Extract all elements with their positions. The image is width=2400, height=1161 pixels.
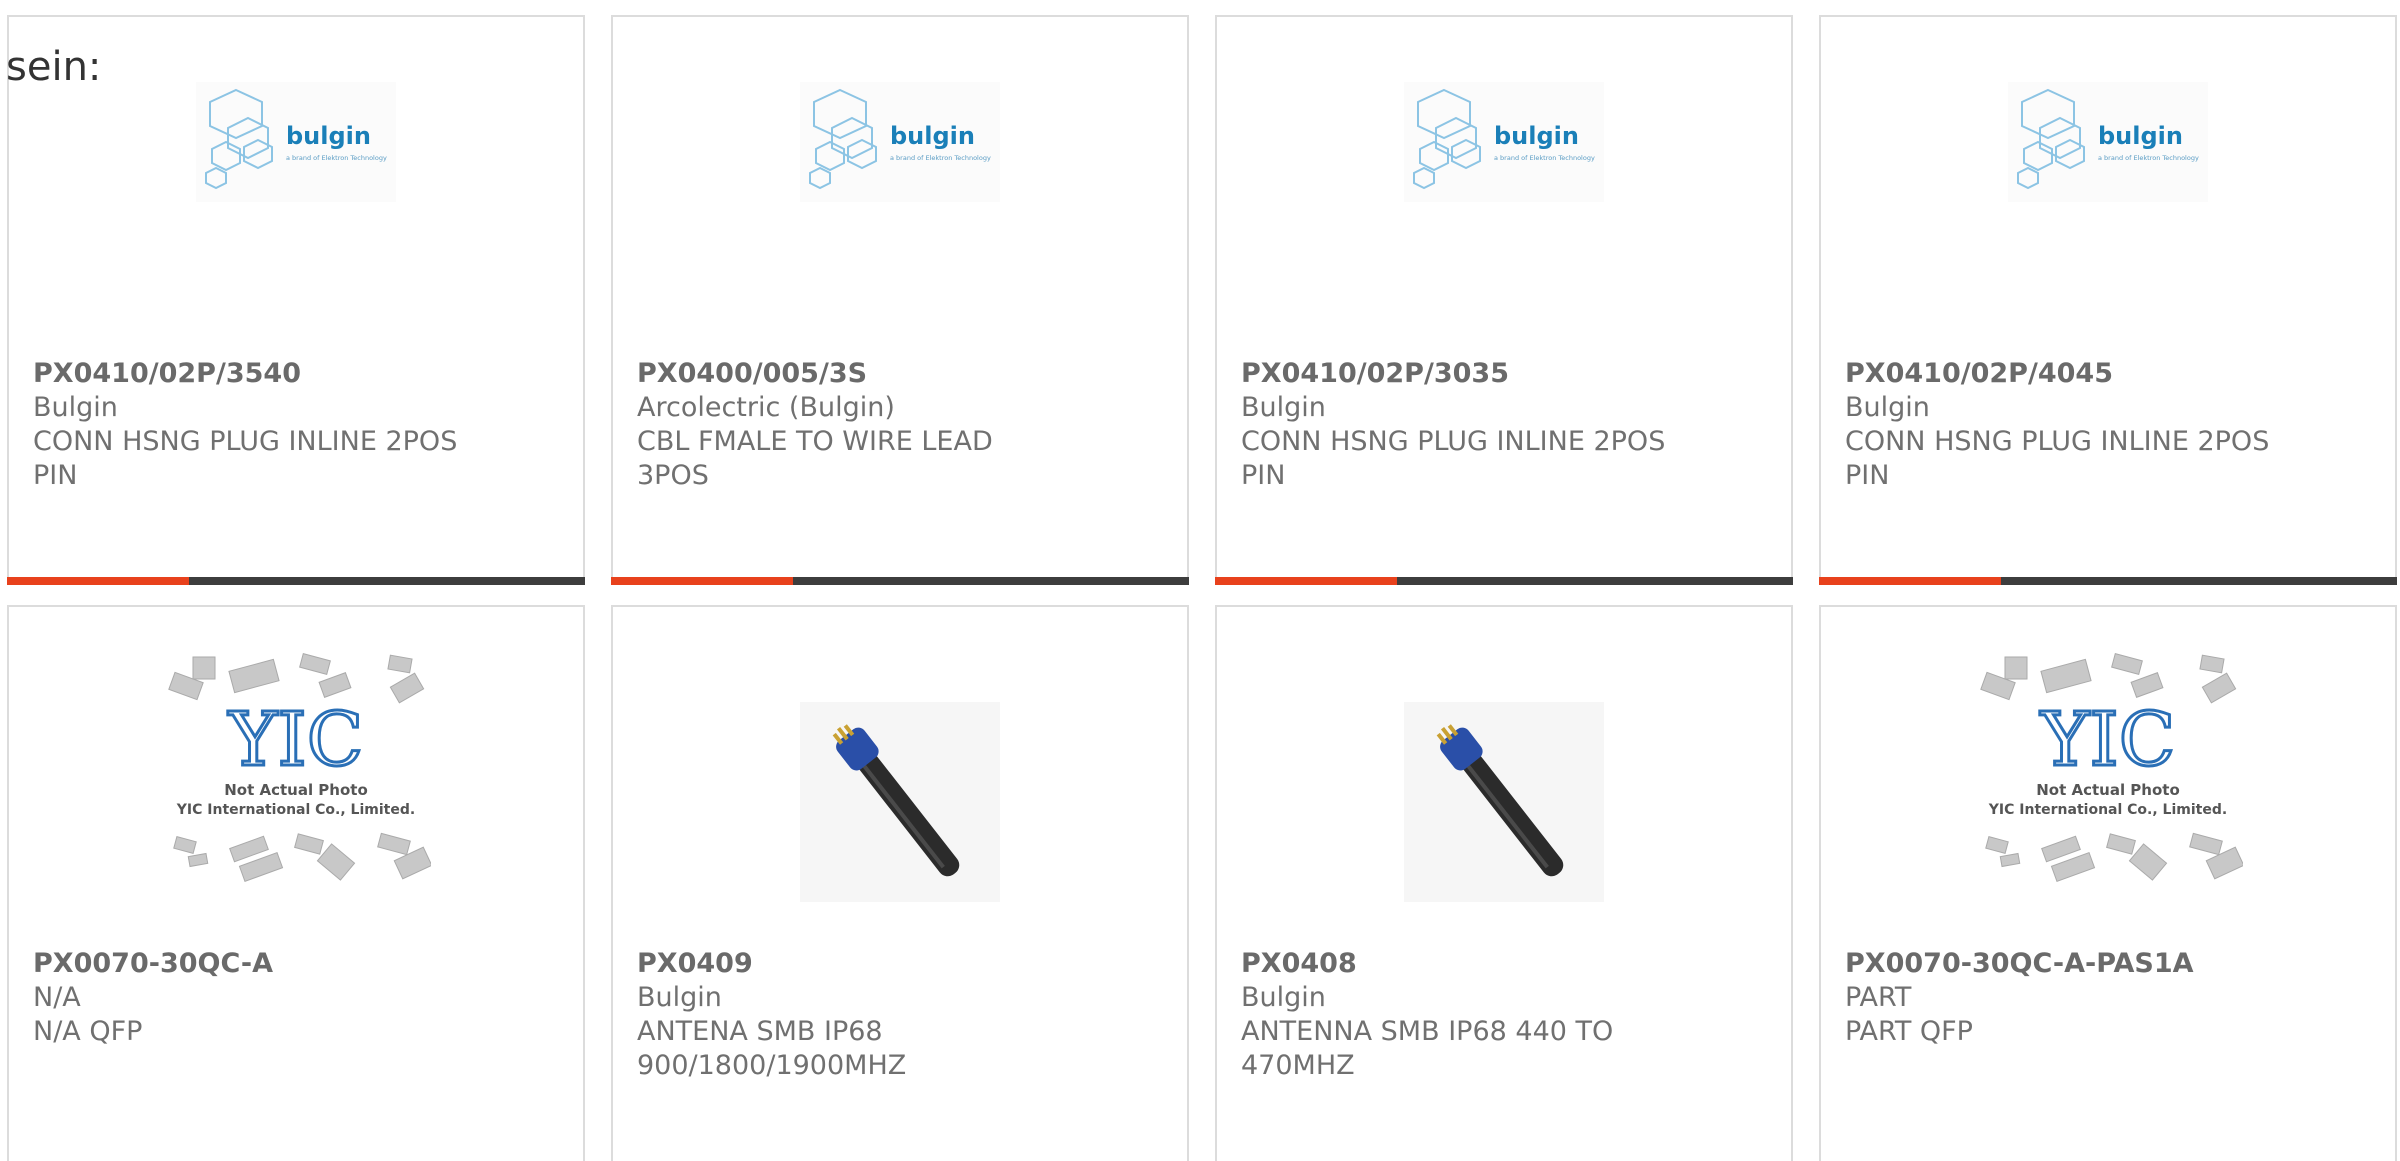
- manufacturer: Bulgin: [1241, 392, 1326, 423]
- product-text: PX0410/02P/4045 Bulgin CONN HSNG PLUG IN…: [1845, 357, 2371, 493]
- manufacturer: PART: [1845, 982, 1912, 1013]
- card-bottom-bar: [1215, 577, 1793, 585]
- yic-placeholder-image: YIC Not Actual Photo YIC International C…: [168, 653, 431, 882]
- manufacturer: N/A: [33, 982, 81, 1013]
- manufacturer: Arcolectric (Bulgin): [637, 392, 895, 423]
- card-accent-bar: [1819, 577, 2001, 585]
- product-grid-page: sein: bulgin a brand of Elektron Technol…: [0, 0, 2400, 1161]
- product-image[interactable]: YIC Not Actual Photo YIC International C…: [1821, 627, 2395, 897]
- svg-text:Not Actual Photo: Not Actual Photo: [224, 781, 368, 799]
- svg-text:a brand of Elektron Technology: a brand of Elektron Technology: [286, 154, 387, 162]
- part-number[interactable]: PX0408: [1241, 947, 1767, 981]
- card-bottom-bar: [7, 577, 585, 585]
- svg-text:YIC: YIC: [2040, 697, 2176, 783]
- svg-text:YIC: YIC: [228, 697, 364, 783]
- product-card[interactable]: PX0408 Bulgin ANTENNA SMB IP68 440 TO 47…: [1215, 605, 1793, 1161]
- product-text: PX0408 Bulgin ANTENNA SMB IP68 440 TO 47…: [1241, 947, 1767, 1083]
- product-description: CONN HSNG PLUG INLINE 2POS PIN: [1845, 426, 2270, 491]
- product-text: PX0400/005/3S Arcolectric (Bulgin) CBL F…: [637, 357, 1163, 493]
- svg-text:Not Actual Photo: Not Actual Photo: [2036, 781, 2180, 799]
- product-image[interactable]: [613, 667, 1187, 937]
- product-description: N/A QFP: [33, 1016, 143, 1047]
- svg-text:a brand of Elektron Technology: a brand of Elektron Technology: [1494, 154, 1595, 162]
- product-card[interactable]: YIC Not Actual Photo YIC International C…: [1819, 605, 2397, 1161]
- part-number[interactable]: PX0409: [637, 947, 1163, 981]
- manufacturer: Bulgin: [1845, 392, 1930, 423]
- product-description: ANTENNA SMB IP68 440 TO 470MHZ: [1241, 1016, 1614, 1081]
- intro-text: sein:: [6, 44, 102, 90]
- product-description: CBL FMALE TO WIRE LEAD 3POS: [637, 426, 993, 491]
- antenna-photo-image: [1404, 702, 1604, 902]
- bulgin-logo-image: bulgin a brand of Elektron Technology: [800, 82, 1000, 202]
- svg-text:YIC International Co., Limited: YIC International Co., Limited.: [176, 802, 415, 818]
- product-card[interactable]: bulgin a brand of Elektron Technology PX…: [1215, 15, 1793, 585]
- part-number[interactable]: PX0410/02P/3540: [33, 357, 559, 391]
- part-number[interactable]: PX0070-30QC-A-PAS1A: [1845, 947, 2371, 981]
- product-image[interactable]: YIC Not Actual Photo YIC International C…: [9, 627, 583, 897]
- product-text: PX0409 Bulgin ANTENA SMB IP68 900/1800/1…: [637, 947, 1163, 1083]
- product-card[interactable]: bulgin a brand of Elektron Technology PX…: [611, 15, 1189, 585]
- bulgin-logo-image: bulgin a brand of Elektron Technology: [2008, 82, 2208, 202]
- antenna-photo-image: [800, 702, 1000, 902]
- card-accent-bar: [7, 577, 189, 585]
- product-description: CONN HSNG PLUG INLINE 2POS PIN: [1241, 426, 1666, 491]
- product-card[interactable]: YIC Not Actual Photo YIC International C…: [7, 605, 585, 1161]
- card-bottom-bar: [1819, 577, 2397, 585]
- svg-text:a brand of Elektron Technology: a brand of Elektron Technology: [2098, 154, 2199, 162]
- yic-placeholder-image: YIC Not Actual Photo YIC International C…: [1980, 653, 2243, 882]
- part-number[interactable]: PX0070-30QC-A: [33, 947, 559, 981]
- product-description: PART QFP: [1845, 1016, 1973, 1047]
- product-card[interactable]: bulgin a brand of Elektron Technology PX…: [7, 15, 585, 585]
- card-bottom-bar: [611, 577, 1189, 585]
- product-card[interactable]: bulgin a brand of Elektron Technology PX…: [1819, 15, 2397, 585]
- product-image[interactable]: bulgin a brand of Elektron Technology: [1217, 17, 1791, 267]
- card-accent-bar: [611, 577, 793, 585]
- svg-text:bulgin: bulgin: [890, 122, 975, 150]
- product-text: PX0410/02P/3540 Bulgin CONN HSNG PLUG IN…: [33, 357, 559, 493]
- bulgin-logo-image: bulgin a brand of Elektron Technology: [1404, 82, 1604, 202]
- product-card[interactable]: PX0409 Bulgin ANTENA SMB IP68 900/1800/1…: [611, 605, 1189, 1161]
- part-number[interactable]: PX0410/02P/4045: [1845, 357, 2371, 391]
- part-number[interactable]: PX0410/02P/3035: [1241, 357, 1767, 391]
- manufacturer: Bulgin: [33, 392, 118, 423]
- product-image[interactable]: [1217, 667, 1791, 937]
- svg-text:a brand of Elektron Technology: a brand of Elektron Technology: [890, 154, 991, 162]
- product-image[interactable]: bulgin a brand of Elektron Technology: [1821, 17, 2395, 267]
- product-text: PX0410/02P/3035 Bulgin CONN HSNG PLUG IN…: [1241, 357, 1767, 493]
- svg-text:bulgin: bulgin: [2098, 122, 2183, 150]
- part-number[interactable]: PX0400/005/3S: [637, 357, 1163, 391]
- svg-text:YIC International Co., Limited: YIC International Co., Limited.: [1988, 802, 2227, 818]
- product-description: ANTENA SMB IP68 900/1800/1900MHZ: [637, 1016, 907, 1081]
- product-text: PX0070-30QC-A-PAS1A PART PART QFP: [1845, 947, 2371, 1049]
- product-image[interactable]: bulgin a brand of Elektron Technology: [613, 17, 1187, 267]
- svg-text:bulgin: bulgin: [286, 122, 371, 150]
- bulgin-logo-image: bulgin a brand of Elektron Technology: [196, 82, 396, 202]
- product-description: CONN HSNG PLUG INLINE 2POS PIN: [33, 426, 458, 491]
- manufacturer: Bulgin: [1241, 982, 1326, 1013]
- product-text: PX0070-30QC-A N/A N/A QFP: [33, 947, 559, 1049]
- card-accent-bar: [1215, 577, 1397, 585]
- manufacturer: Bulgin: [637, 982, 722, 1013]
- svg-text:bulgin: bulgin: [1494, 122, 1579, 150]
